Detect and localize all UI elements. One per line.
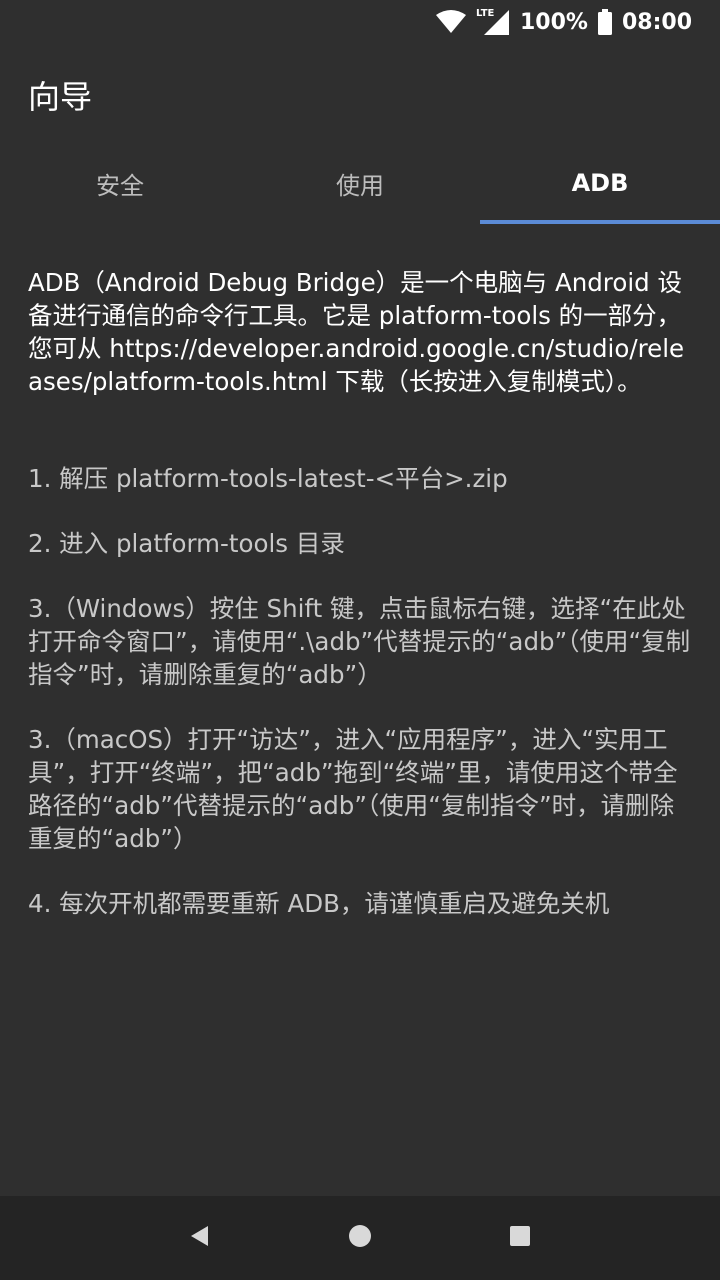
app-bar: 向导: [0, 44, 720, 140]
step-3-macos: 3.（macOS）打开“访达”，进入“应用程序”，进入“实用工具”，打开“终端”…: [28, 725, 678, 853]
home-icon: [348, 1224, 372, 1252]
step-1: 1. 解压 platform-tools-latest-<平台>.zip: [28, 464, 508, 493]
tab-indicator: [480, 220, 720, 224]
status-bar: LTE 100% 08:00: [0, 0, 720, 44]
step-3-windows: 3.（Windows）按住 Shift 键，点击鼠标右键，选择“在此处打开命令窗…: [28, 594, 691, 689]
tab-label: ADB: [571, 169, 629, 197]
battery-percent: 100%: [520, 9, 588, 35]
home-button[interactable]: [336, 1214, 384, 1262]
tab-label: 安全: [96, 171, 144, 200]
recents-icon: [508, 1224, 532, 1252]
back-icon: [188, 1224, 212, 1252]
navigation-bar: [0, 1196, 720, 1280]
back-button[interactable]: [176, 1214, 224, 1262]
signal-icon: LTE: [476, 8, 510, 36]
tab-label: 使用: [336, 171, 384, 200]
step-2: 2. 进入 platform-tools 目录: [28, 529, 345, 558]
screen: LTE 100% 08:00 向导 安全 使用 ADB ADB（Android …: [0, 0, 720, 1280]
recents-button[interactable]: [496, 1214, 544, 1262]
content-area: ADB（Android Debug Bridge）是一个电脑与 Android …: [28, 266, 692, 920]
adb-intro-text[interactable]: ADB（Android Debug Bridge）是一个电脑与 Android …: [28, 266, 692, 398]
wifi-icon: [436, 10, 466, 34]
clock: 08:00: [621, 9, 692, 35]
tab-adb[interactable]: ADB: [480, 142, 720, 224]
tab-usage[interactable]: 使用: [240, 142, 480, 224]
battery-icon: [597, 9, 612, 35]
tab-bar: 安全 使用 ADB: [0, 142, 720, 224]
tab-security[interactable]: 安全: [0, 142, 240, 224]
page-title: 向导: [28, 78, 93, 116]
step-4: 4. 每次开机都需要重新 ADB，请谨慎重启及避免关机: [28, 889, 610, 918]
